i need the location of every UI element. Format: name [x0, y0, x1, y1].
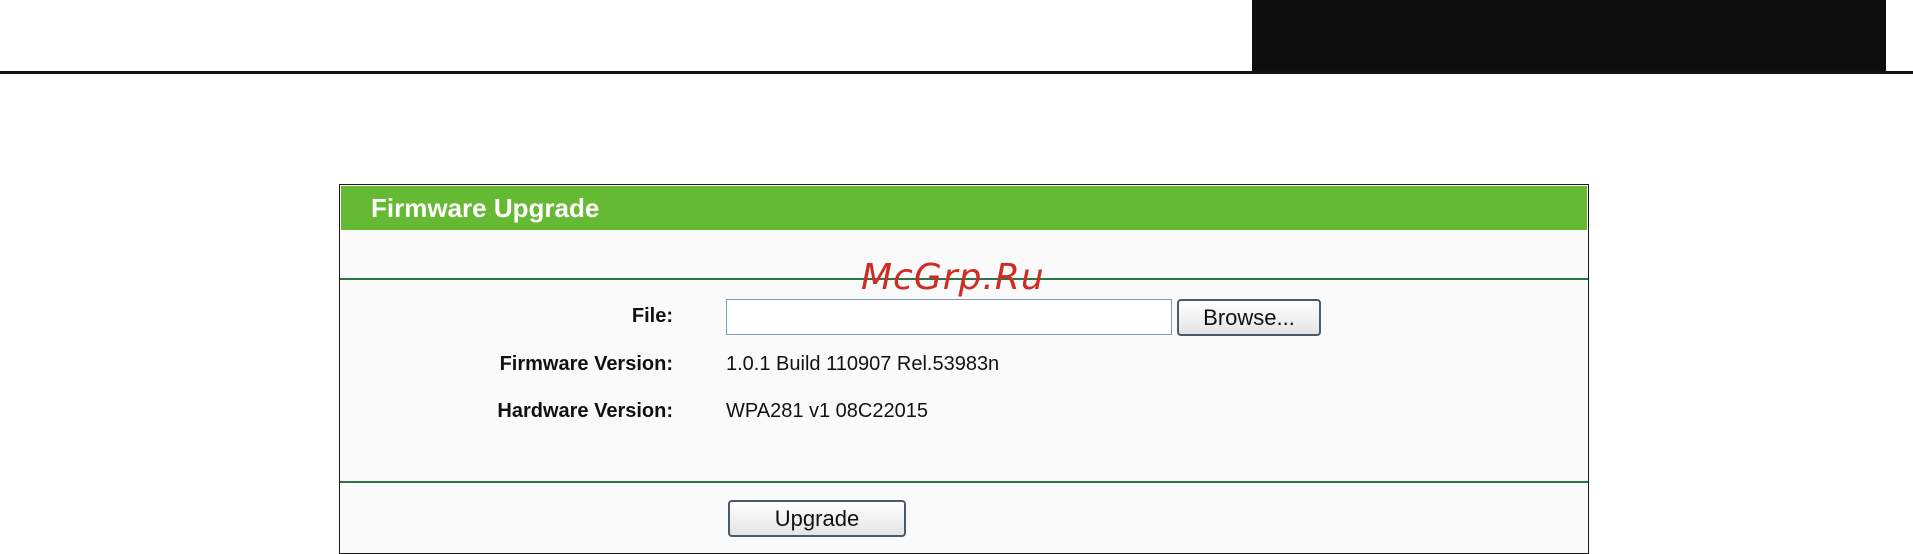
- panel-title-bar: Firmware Upgrade: [341, 186, 1587, 230]
- firmware-upgrade-panel: Firmware Upgrade File: Browse... Firmwar…: [339, 184, 1589, 554]
- hardware-version-label: Hardware Version:: [497, 400, 673, 422]
- firmware-version-value: 1.0.1 Build 110907 Rel.53983n: [726, 353, 1000, 375]
- panel-title: Firmware Upgrade: [371, 193, 600, 223]
- hardware-version-value: WPA281 v1 08C22015: [726, 400, 928, 422]
- file-path-input[interactable]: [726, 299, 1172, 335]
- file-label: File:: [631, 305, 673, 327]
- upgrade-button[interactable]: Upgrade: [728, 500, 906, 537]
- bottom-divider: [340, 481, 1588, 483]
- document-header-band: [1252, 0, 1886, 71]
- document-header-rule: [0, 71, 1913, 74]
- firmware-version-label: Firmware Version:: [499, 353, 673, 375]
- browse-button[interactable]: Browse...: [1177, 299, 1321, 336]
- watermark-text: McGrp.Ru: [861, 257, 1045, 298]
